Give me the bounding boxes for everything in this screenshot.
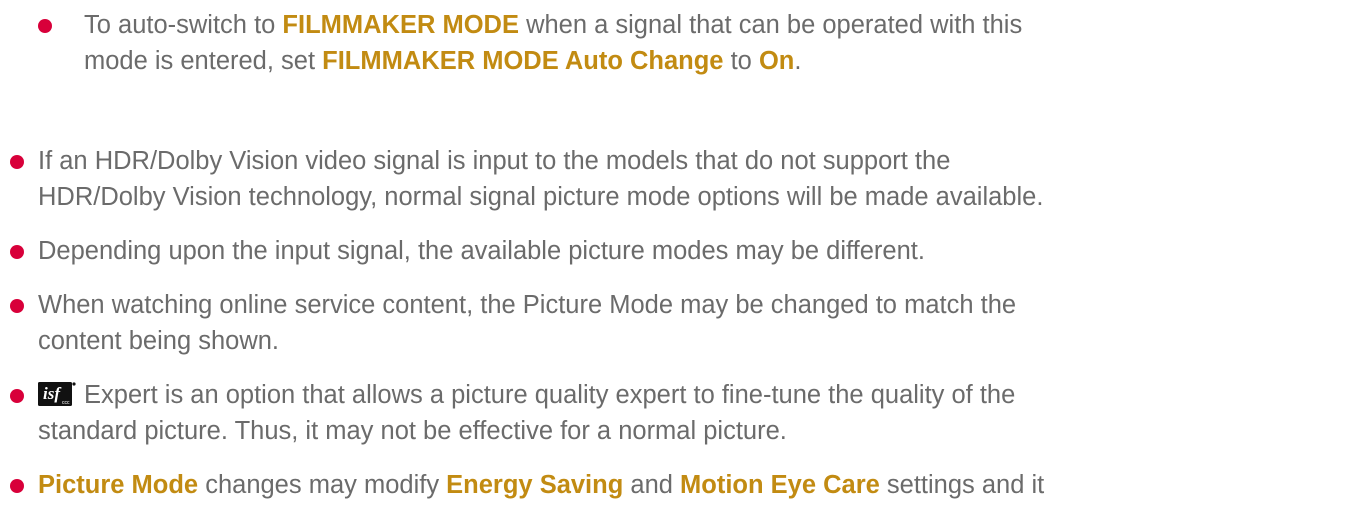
list-item: Depending upon the input signal, the ava… (10, 233, 1308, 269)
item-line: content being shown. (38, 327, 280, 355)
highlight-term: Motion Eye Care (680, 471, 880, 499)
list-item: When watching online service content, th… (10, 287, 1308, 359)
item-line: isf ccc Expert is an option that allows … (38, 377, 1308, 413)
bullet-icon (10, 299, 24, 313)
highlight-term: Picture Mode (38, 471, 199, 499)
item-line: Depending upon the input signal, the ava… (38, 237, 925, 265)
bullet-icon (38, 19, 52, 33)
bullet-icon (10, 479, 24, 493)
manual-page: To auto-switch to FILMMAKER MODE when a … (0, 0, 1364, 511)
item-line: Picture Mode changes may modify Energy S… (38, 471, 1045, 499)
item-line: When watching online service content, th… (38, 291, 1017, 319)
item-line: HDR/Dolby Vision technology, normal sign… (38, 183, 1044, 211)
svg-text:ccc: ccc (62, 400, 70, 406)
bullet-icon (10, 389, 24, 403)
isf-ccc-logo-icon: isf ccc (38, 381, 76, 406)
list-item: If an HDR/Dolby Vision video signal is i… (10, 143, 1308, 215)
bullet-icon (10, 155, 24, 169)
item-line: standard picture. Thus, it may not be ef… (38, 417, 787, 445)
highlight-term: FILMMAKER MODE (282, 11, 519, 39)
highlight-term: FILMMAKER MODE Auto Change (322, 47, 724, 75)
item-line: If an HDR/Dolby Vision video signal is i… (38, 147, 951, 175)
highlight-term: On (758, 47, 795, 75)
bullet-icon (10, 245, 24, 259)
highlight-term: Energy Saving (446, 471, 624, 499)
list-item: isf ccc Expert is an option that allows … (10, 377, 1308, 449)
list-item: To auto-switch to FILMMAKER MODE when a … (38, 7, 1354, 79)
item-line: mode is entered, set FILMMAKER MODE Auto… (84, 47, 802, 75)
svg-text:isf: isf (43, 384, 62, 403)
list-item: Picture Mode changes may modify Energy S… (10, 467, 1308, 503)
item-line: To auto-switch to FILMMAKER MODE when a … (84, 11, 1023, 39)
